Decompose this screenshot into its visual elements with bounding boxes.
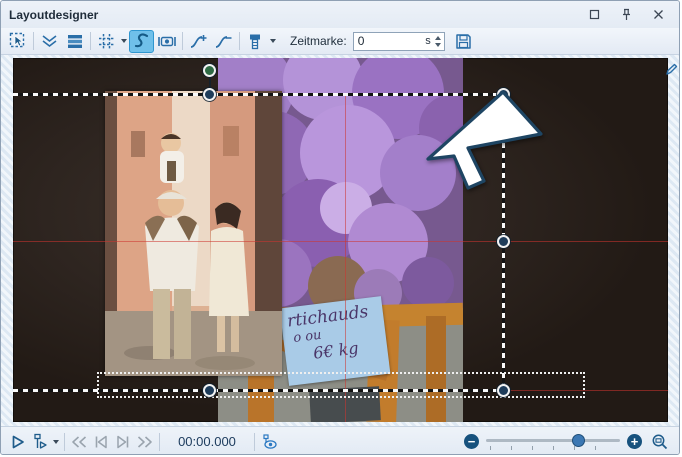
- toolbar: Zeitmarke: s: [1, 28, 679, 55]
- rewind-button[interactable]: [68, 431, 90, 453]
- play-from-timemark-icon: [32, 433, 48, 450]
- pin-icon: [621, 8, 632, 21]
- family-photo-art: [105, 91, 282, 376]
- rewind-icon: [70, 435, 88, 449]
- pin-button[interactable]: [617, 7, 635, 23]
- stage: rtichauds o ou 6€ kg: [1, 55, 679, 426]
- titlebar: Layoutdesigner: [1, 1, 679, 28]
- play-icon: [10, 434, 26, 450]
- zoom-slider-ticks: [490, 446, 616, 450]
- auto-align-icon: [41, 33, 58, 49]
- rotation-handle[interactable]: [203, 64, 216, 77]
- object-track-dropdown-caret[interactable]: [270, 39, 276, 43]
- zoom-out-button[interactable]: −: [464, 434, 479, 449]
- close-icon: [653, 9, 664, 20]
- skip-to-end-button[interactable]: [112, 431, 134, 453]
- window-title: Layoutdesigner: [9, 8, 98, 22]
- handle-bottom-right[interactable]: [497, 384, 510, 397]
- curve-icon: [133, 33, 150, 49]
- keyframe-eye-icon: [260, 434, 278, 450]
- maximize-icon: [589, 9, 600, 20]
- timecode-display: 00:00.000: [169, 434, 245, 449]
- zoom-fit-button[interactable]: [649, 431, 671, 453]
- toolbar-separator: [182, 32, 183, 50]
- motion-curve-tool-button[interactable]: [129, 30, 154, 53]
- layers-tool-button[interactable]: [62, 30, 87, 53]
- spinner-down-button[interactable]: [435, 43, 441, 47]
- play-from-timemark-button[interactable]: [29, 431, 51, 453]
- grid-tool-button[interactable]: [94, 30, 119, 53]
- maximize-button[interactable]: [585, 7, 603, 23]
- toolbar-separator: [90, 32, 91, 50]
- object-track-tool-button[interactable]: [243, 30, 268, 53]
- add-curve-point-icon: [189, 33, 208, 49]
- zoom-slider-thumb[interactable]: [572, 434, 585, 447]
- family-photo[interactable]: [105, 91, 282, 376]
- camera-pan-tool-button[interactable]: [154, 30, 179, 53]
- zoom-controls: − +: [464, 431, 671, 453]
- fast-forward-icon: [136, 435, 154, 449]
- transport-separator: [159, 433, 160, 451]
- transport-separator: [64, 433, 65, 451]
- zeitmarke-spinner: [434, 36, 442, 47]
- skip-to-start-icon: [93, 435, 109, 449]
- selection-tool-icon: [9, 32, 27, 50]
- close-button[interactable]: [649, 7, 667, 23]
- zeitmarke-input[interactable]: [358, 34, 423, 48]
- toolbar-separator: [33, 32, 34, 50]
- remove-curve-point-icon: [214, 33, 233, 49]
- add-curve-point-button[interactable]: [186, 30, 211, 53]
- save-icon: [455, 33, 472, 50]
- handle-bottom-center[interactable]: [203, 384, 216, 397]
- camera-icon: [157, 34, 177, 49]
- handle-mid-right[interactable]: [497, 235, 510, 248]
- object-track-icon: [248, 33, 264, 50]
- zeitmarke-unit: s: [425, 35, 431, 47]
- zoom-slider[interactable]: [486, 433, 620, 451]
- zoom-fit-icon: [651, 433, 669, 451]
- spinner-up-button[interactable]: [435, 36, 441, 40]
- zeitmarke-label: Zeitmarke:: [290, 34, 347, 48]
- zeitmarke-field: s: [353, 32, 445, 51]
- grid-dropdown-caret[interactable]: [121, 39, 127, 43]
- guide-line-horizontal-1: [13, 241, 668, 242]
- save-button[interactable]: [451, 30, 476, 53]
- keyframe-visibility-button[interactable]: [258, 431, 280, 453]
- auto-align-tool-button[interactable]: [37, 30, 62, 53]
- grid-icon: [98, 33, 115, 50]
- edit-pencil-button[interactable]: [665, 63, 678, 81]
- skip-to-end-icon: [115, 435, 131, 449]
- keyframe-target-box[interactable]: [97, 372, 585, 398]
- toolbar-separator: [239, 32, 240, 50]
- skip-to-start-button[interactable]: [90, 431, 112, 453]
- transport-separator: [254, 433, 255, 451]
- layers-icon: [67, 34, 83, 49]
- layoutdesigner-window: Layoutdesigner: [0, 0, 680, 455]
- fast-forward-button[interactable]: [134, 431, 156, 453]
- zoom-in-button[interactable]: +: [627, 434, 642, 449]
- mouse-cursor-arrow: [416, 86, 548, 204]
- play-button[interactable]: [7, 431, 29, 453]
- handle-top-center[interactable]: [203, 88, 216, 101]
- transport-bar: 00:00.000 − +: [1, 426, 679, 455]
- play-options-caret[interactable]: [53, 440, 59, 444]
- pencil-icon: [665, 63, 678, 76]
- selection-tool-button[interactable]: [5, 30, 30, 53]
- zoom-slider-track[interactable]: [486, 439, 620, 442]
- layout-canvas[interactable]: rtichauds o ou 6€ kg: [13, 58, 668, 422]
- remove-curve-point-button[interactable]: [211, 30, 236, 53]
